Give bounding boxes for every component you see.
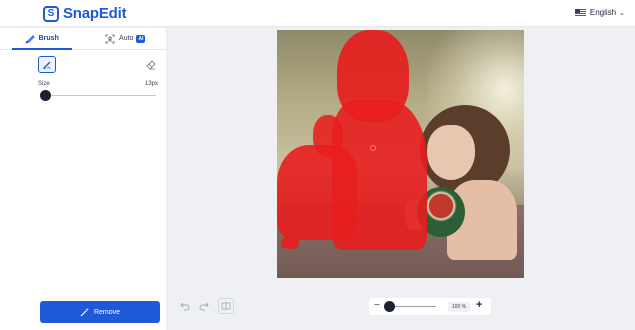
- remove-button-label: Remove: [93, 308, 121, 316]
- selection-mask: [313, 115, 343, 157]
- tool-tabs: Brush Auto AI: [0, 28, 167, 50]
- selection-mask: [337, 30, 409, 122]
- eraser-tool-button[interactable]: [143, 57, 159, 73]
- eraser-icon: [146, 60, 156, 70]
- brush-cursor: [370, 145, 376, 151]
- brush-icon: [25, 34, 35, 43]
- zoom-control: − 100 % +: [369, 298, 491, 315]
- redo-button[interactable]: [196, 298, 212, 314]
- brush-tool-button[interactable]: [38, 56, 56, 73]
- selection-mask: [332, 100, 427, 250]
- language-selector[interactable]: English ⌄: [574, 8, 625, 17]
- selection-mask: [281, 237, 299, 249]
- photo-girl-face: [427, 125, 475, 180]
- size-slider-thumb[interactable]: [40, 90, 51, 101]
- compare-icon: [221, 302, 231, 310]
- zoom-in-button[interactable]: +: [476, 299, 482, 312]
- size-value: 13px: [144, 81, 158, 87]
- language-label: English: [589, 8, 617, 17]
- size-label: Size: [38, 81, 50, 87]
- top-bar: S SnapEdit English ⌄: [0, 0, 635, 27]
- tool-sidebar: Brush Auto AI Size 13px Remove: [0, 28, 167, 330]
- ai-badge: AI: [136, 34, 146, 43]
- brush-icon: [43, 61, 51, 69]
- app-name: SnapEdit: [63, 5, 127, 22]
- tab-auto-label: Auto: [119, 35, 134, 42]
- snapedit-logo-icon: S: [43, 5, 59, 22]
- tab-brush[interactable]: Brush: [0, 28, 84, 50]
- tab-auto[interactable]: Auto AI: [84, 28, 168, 49]
- magic-wand-icon: [80, 308, 89, 317]
- zoom-slider-thumb[interactable]: [384, 301, 395, 312]
- tab-brush-label: Brush: [38, 35, 59, 42]
- redo-icon: [199, 302, 209, 311]
- us-flag-icon: [574, 9, 586, 16]
- logo[interactable]: S SnapEdit: [43, 5, 127, 22]
- zoom-value: 100 %: [448, 302, 470, 312]
- remove-button[interactable]: Remove: [40, 301, 160, 323]
- undo-button[interactable]: [177, 298, 193, 314]
- zoom-out-button[interactable]: −: [374, 300, 380, 312]
- chevron-down-icon: ⌄: [619, 9, 625, 17]
- auto-select-icon: [105, 34, 115, 43]
- undo-icon: [180, 302, 190, 311]
- editing-canvas[interactable]: [277, 30, 524, 278]
- size-slider-track[interactable]: [45, 95, 156, 96]
- compare-button[interactable]: [218, 298, 234, 314]
